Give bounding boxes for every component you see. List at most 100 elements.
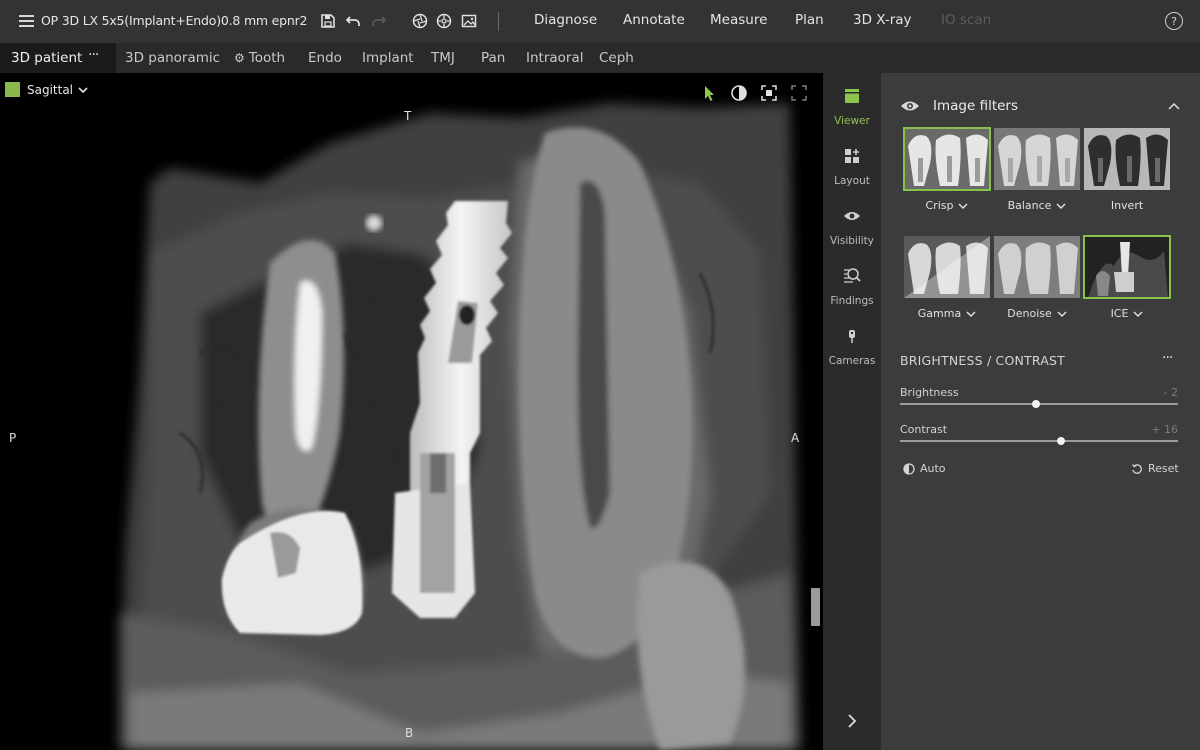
tab-io-scan: IO scan [941,12,992,28]
view-selector[interactable]: Sagittal [5,82,88,97]
filter-denoise-thumbnail[interactable] [994,236,1080,298]
view-color-swatch [5,82,20,97]
more-options-icon[interactable]: ··· [88,47,99,63]
toolbar-divider [498,12,499,31]
more-options-icon[interactable]: ··· [1162,350,1173,366]
eye-icon [901,101,919,111]
sagittal-viewer[interactable]: Sagittal T B P A [0,73,823,750]
chevron-right-icon[interactable] [844,713,860,729]
image-filters-panel: Image filters Crisp Balance Invert Gamma… [881,73,1200,750]
filter-balance-label[interactable]: Balance [994,199,1080,212]
chevron-down-icon [1056,202,1066,209]
tab-tooth[interactable]: ⚙ Tooth [234,50,285,66]
hamburger-menu-icon[interactable] [16,11,36,31]
visibility-icon [844,212,860,220]
image-filters-header[interactable]: Image filters [900,97,1180,117]
orientation-right: A [791,431,800,445]
filter-crisp-label[interactable]: Crisp [904,199,990,212]
fit-view-icon[interactable] [760,84,778,102]
tab-endo[interactable]: Endo [308,50,342,66]
chevron-down-icon [966,310,976,317]
filter-ice-text: ICE [1110,307,1129,320]
contrast-icon[interactable] [730,84,748,102]
filter-denoise-text: Denoise [1007,307,1052,320]
orientation-left: P [9,431,17,445]
chevron-down-icon [78,86,88,93]
contrast-slider[interactable] [900,437,1178,445]
filter-invert-label[interactable]: Invert [1084,199,1170,212]
image-filters-title: Image filters [933,98,1019,114]
cameras-icon [849,330,855,343]
xray-image[interactable] [0,73,823,750]
slice-scrollbar-thumb[interactable] [811,588,820,626]
brightness-slider[interactable] [900,400,1178,408]
top-toolbar: OP 3D LX 5x5(Implant+Endo)0.8 mm epnr2 D… [0,0,1200,43]
nav-viewer[interactable]: Viewer [823,87,881,128]
filter-invert-text: Invert [1110,199,1144,212]
undo-icon[interactable] [343,11,363,31]
crosshair-icon[interactable] [434,11,454,31]
nav-cameras[interactable]: Cameras [823,327,881,368]
viewer-icon [845,89,859,103]
nav-findings[interactable]: Findings [823,267,881,308]
redo-icon[interactable] [369,11,389,31]
tab-annotate[interactable]: Annotate [623,12,685,28]
brightness-label: Brightness [900,386,959,399]
image-icon[interactable] [459,11,479,31]
findings-icon [844,268,861,283]
filter-crisp-text: Crisp [925,199,954,212]
tab-3d-patient[interactable]: 3D patient ··· [0,43,116,73]
filter-balance-text: Balance [1007,199,1052,212]
filter-invert-thumbnail[interactable] [1084,128,1170,190]
reset-label: Reset [1148,462,1179,475]
save-icon[interactable] [318,11,338,31]
layout-icon [845,149,859,163]
brightness-contrast-header: BRIGHTNESS / CONTRAST ··· [900,350,1180,368]
view-name: Sagittal [27,82,74,97]
filter-ice-thumbnail[interactable] [1083,235,1171,299]
contrast-value: + 16 [1151,423,1178,436]
brightness-slider-knob[interactable] [1032,400,1041,408]
chevron-down-icon [1057,310,1067,317]
chevron-up-icon[interactable] [1168,102,1180,112]
brightness-contrast-title: BRIGHTNESS / CONTRAST [900,353,1065,368]
filter-gamma-label[interactable]: Gamma [904,307,990,320]
pointer-icon[interactable] [700,84,718,102]
filter-balance-thumbnail[interactable] [994,128,1080,190]
tab-3d-xray[interactable]: 3D X-ray [853,12,912,28]
fullscreen-icon[interactable] [790,84,808,102]
tab-measure[interactable]: Measure [710,12,767,28]
reset-button[interactable]: Reset [1131,462,1179,475]
tab-pan[interactable]: Pan [481,50,505,66]
tab-tmj[interactable]: TMJ [431,50,455,66]
tab-tooth-label: Tooth [248,50,286,66]
auto-label: Auto [920,462,946,475]
contrast-slider-knob[interactable] [1057,437,1066,445]
chevron-down-icon [958,202,969,209]
auto-button[interactable]: Auto [903,462,946,475]
help-button[interactable]: ? [1165,12,1183,30]
filter-denoise-label[interactable]: Denoise [994,307,1080,320]
nav-layout[interactable]: Layout [823,147,881,188]
tab-diagnose[interactable]: Diagnose [534,12,597,28]
tab-plan[interactable]: Plan [795,12,824,28]
nav-visibility[interactable]: Visibility [823,207,881,248]
chevron-down-icon [1133,310,1143,317]
filter-crisp-thumbnail[interactable] [903,127,991,191]
aperture-icon[interactable] [410,11,430,31]
tab-3d-patient-label: 3D patient [11,50,83,66]
tab-implant[interactable]: Implant [362,50,414,66]
tooth-gear-icon: ⚙ [234,51,245,65]
side-navigation: Viewer Layout Visibility Findings Camera… [823,73,881,750]
tab-intraoral[interactable]: Intraoral [526,50,584,66]
reset-icon [1131,463,1142,474]
nav-viewer-label: Viewer [834,115,870,127]
brightness-value: - 2 [1163,386,1178,399]
nav-layout-label: Layout [834,175,870,187]
tab-ceph[interactable]: Ceph [599,50,634,66]
tab-3d-panoramic[interactable]: 3D panoramic [125,50,220,66]
contrast-slider-block: Contrast + 16 [900,423,1178,445]
filter-ice-label[interactable]: ICE [1084,307,1170,320]
document-title: OP 3D LX 5x5(Implant+Endo)0.8 mm epnr2 [41,13,308,28]
filter-gamma-thumbnail[interactable] [904,236,990,298]
